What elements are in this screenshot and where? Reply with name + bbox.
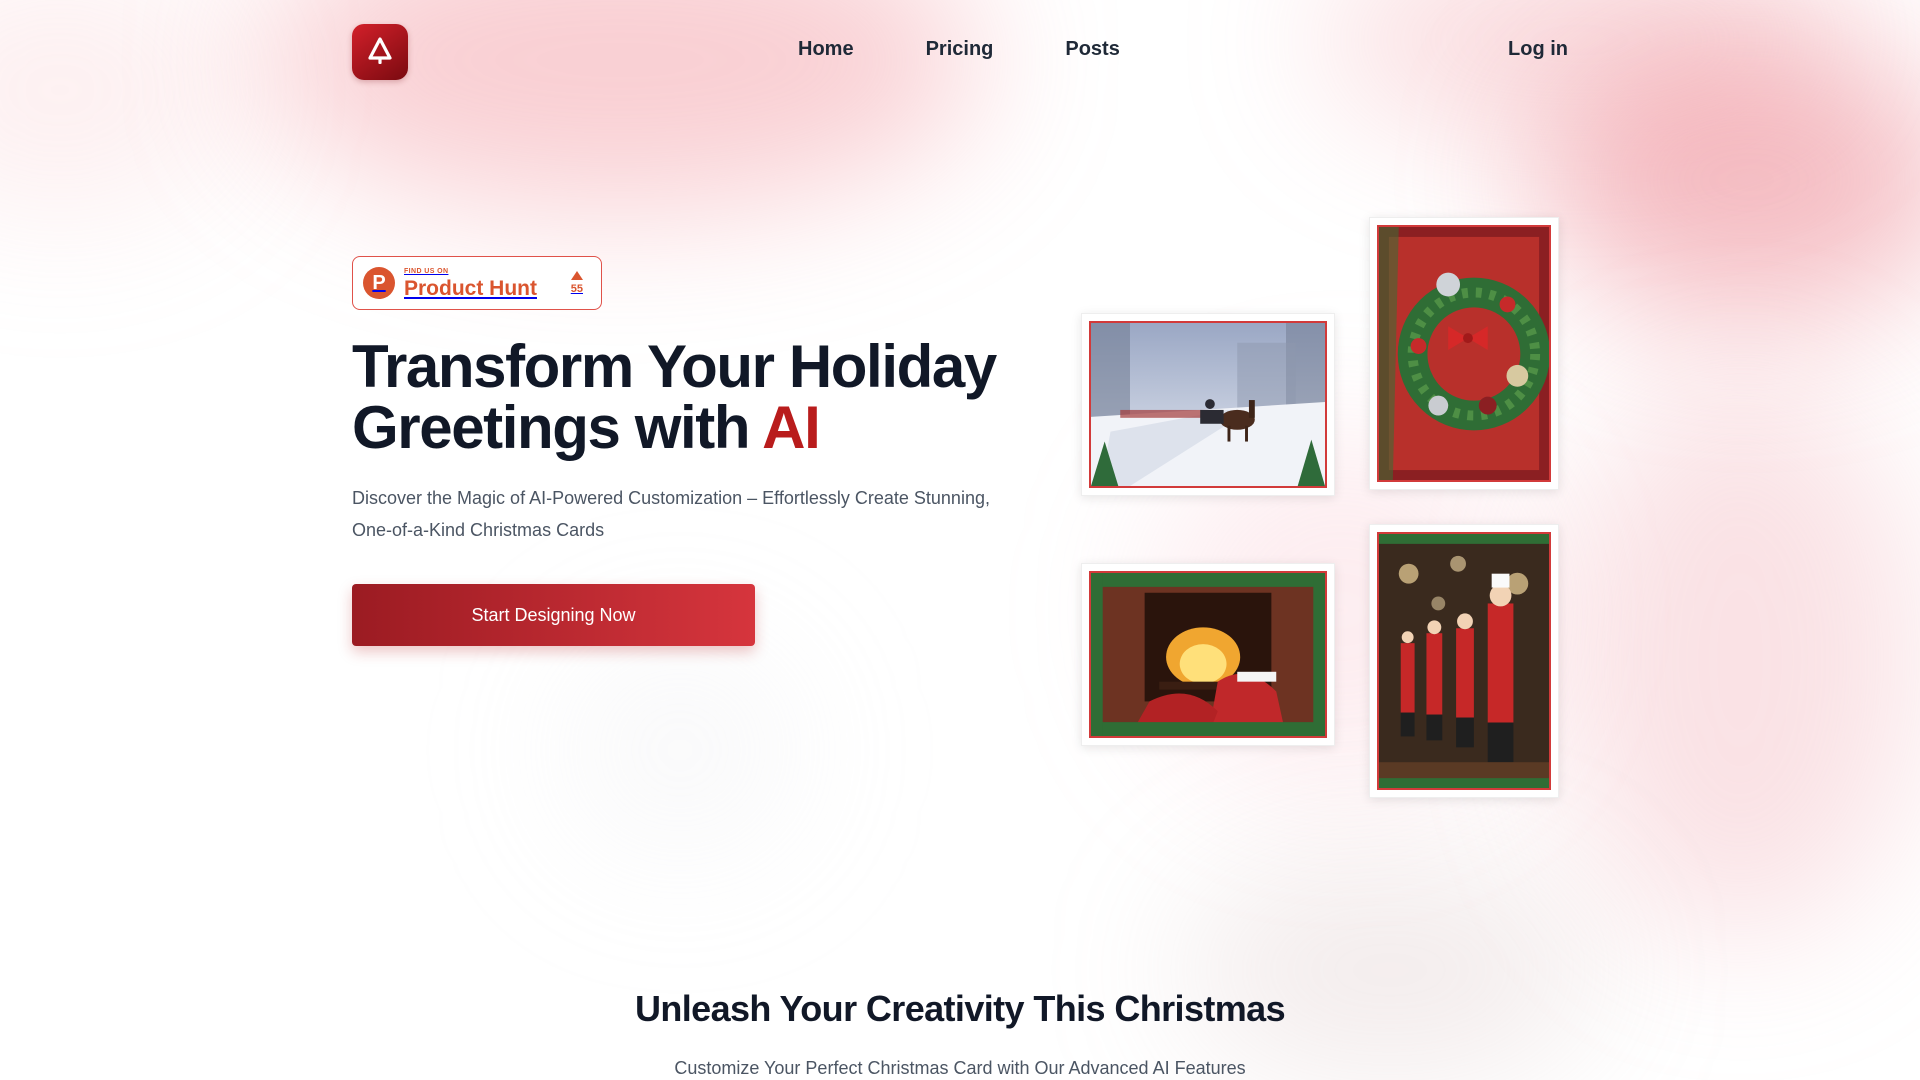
start-designing-button[interactable]: Start Designing Now bbox=[352, 584, 755, 646]
main-nav: Home Pricing Posts bbox=[798, 38, 1120, 61]
fireplace-image bbox=[1091, 573, 1325, 736]
section-title: Unleash Your Creativity This Christmas bbox=[634, 988, 1286, 1029]
horse-sleigh-image bbox=[1091, 323, 1325, 486]
vote-count: 55 bbox=[570, 283, 583, 295]
landing-page: Home Pricing Posts Log in P FIND US ON P… bbox=[0, 0, 1920, 1080]
product-hunt-votes: 55 bbox=[571, 271, 583, 295]
product-hunt-logo-icon: P bbox=[363, 267, 395, 299]
site-header: Home Pricing Posts Log in bbox=[0, 0, 1920, 104]
product-hunt-name: Product Hunt bbox=[404, 276, 537, 300]
bg-blob bbox=[1180, 860, 1600, 1080]
logo-button[interactable] bbox=[352, 24, 408, 80]
nav-posts[interactable]: Posts bbox=[1065, 38, 1119, 61]
christmas-tree-icon bbox=[368, 37, 392, 64]
card-image-wreath[interactable] bbox=[1369, 217, 1559, 490]
card-image-sleigh[interactable] bbox=[1081, 313, 1335, 496]
card-image-nutcracker[interactable] bbox=[1369, 524, 1559, 798]
hero-subtitle: Discover the Magic of AI-Powered Customi… bbox=[352, 488, 990, 540]
christmas-wreath-image bbox=[1379, 227, 1549, 480]
bg-blob bbox=[560, 640, 800, 860]
login-link[interactable]: Log in bbox=[1508, 38, 1568, 61]
hero-title: Transform Your Holiday Greetings with AI bbox=[352, 336, 1052, 458]
product-hunt-caption: FIND US ON bbox=[404, 267, 449, 275]
nutcracker-image bbox=[1379, 534, 1549, 788]
hero-title-line2: Greetings with bbox=[352, 394, 763, 461]
bg-blob bbox=[1560, 380, 1920, 940]
product-hunt-text: FIND US ON Product Hunt bbox=[404, 268, 537, 299]
section-subtitle: Customize Your Perfect Christmas Card wi… bbox=[674, 1058, 1246, 1078]
hero-title-line1: Transform Your Holiday bbox=[352, 333, 997, 400]
card-image-fireplace[interactable] bbox=[1081, 563, 1335, 746]
product-hunt-badge[interactable]: P FIND US ON Product Hunt 55 bbox=[352, 256, 602, 310]
upvote-arrow-icon bbox=[570, 271, 583, 280]
nav-pricing[interactable]: Pricing bbox=[926, 38, 994, 61]
nav-home[interactable]: Home bbox=[798, 38, 854, 61]
hero-title-highlight: AI bbox=[762, 394, 821, 461]
